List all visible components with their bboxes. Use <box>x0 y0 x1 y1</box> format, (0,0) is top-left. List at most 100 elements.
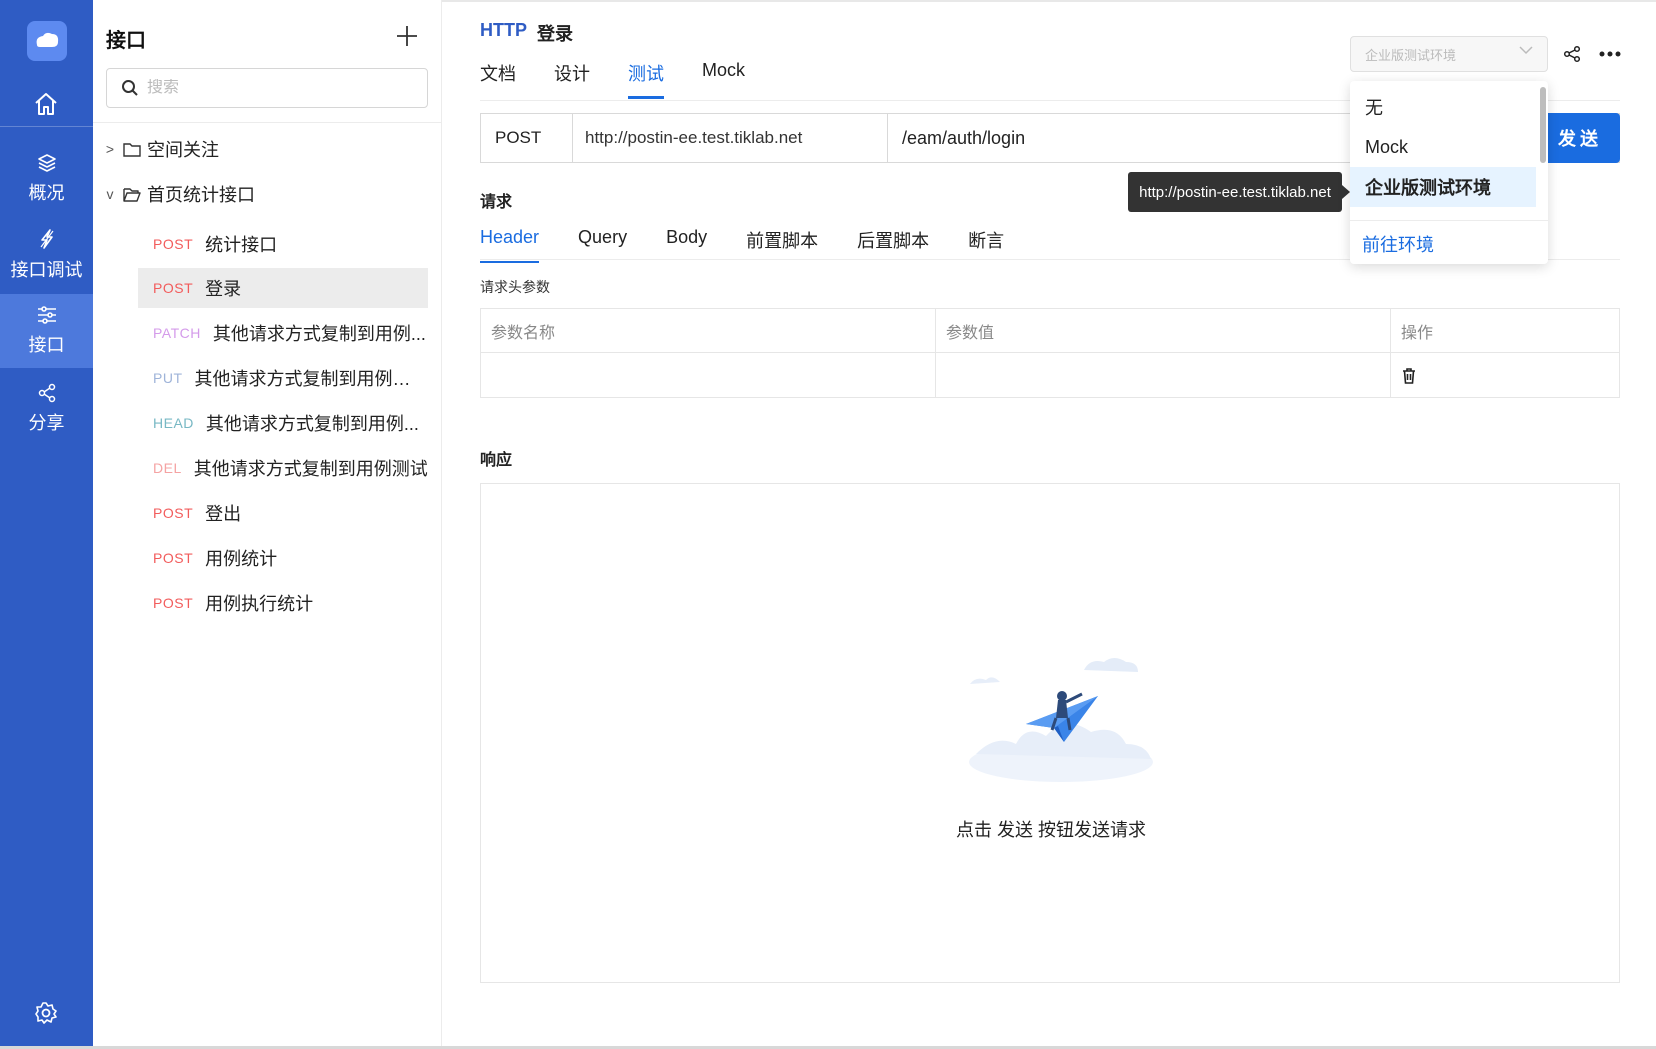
method-badge: POST <box>153 505 194 521</box>
rail-item-debug[interactable]: 接口调试 <box>0 218 93 292</box>
home-icon[interactable] <box>30 88 62 120</box>
folder-item-home-stats[interactable]: v 首页统计接口 <box>103 179 256 209</box>
response-panel: 点击 发送 按钮发送请求 <box>480 483 1620 983</box>
api-item[interactable]: POST 统计接口 <box>138 224 428 264</box>
lightning-icon <box>40 229 53 249</box>
table-header-row: 参数名称 参数值 操作 <box>481 309 1619 353</box>
api-item[interactable]: PATCH 其他请求方式复制到用例... <box>138 313 428 353</box>
column-header: 参数名称 <box>481 309 936 352</box>
app-window: 概况 接口调试 接口 分享 接口 > 空间关注 <box>0 0 1656 1049</box>
host-tooltip: http://postin-ee.test.tiklab.net <box>1128 172 1350 212</box>
api-name: 统计接口 <box>205 235 278 255</box>
rail-item-label: 概况 <box>28 183 65 203</box>
api-item[interactable]: HEAD 其他请求方式复制到用例... <box>138 403 428 443</box>
method-badge: PATCH <box>153 325 201 341</box>
tab-assert[interactable]: 断言 <box>968 227 1004 263</box>
response-section-title: 响应 <box>480 452 513 469</box>
method-badge: DEL <box>153 460 182 476</box>
folder-label: 首页统计接口 <box>147 185 255 205</box>
share-icon[interactable] <box>1560 42 1584 66</box>
param-name-input[interactable] <box>481 353 936 397</box>
api-item[interactable]: PUT 其他请求方式复制到用例测试 <box>138 358 428 398</box>
rail-item-api[interactable]: 接口 <box>0 294 93 368</box>
nav-rail: 概况 接口调试 接口 分享 <box>0 0 93 1049</box>
search-icon <box>122 80 138 96</box>
layers-icon <box>37 154 56 172</box>
chevron-down-icon[interactable]: v <box>103 186 117 202</box>
rail-item-label: 接口 <box>28 335 65 355</box>
method-badge: HEAD <box>153 415 194 431</box>
trash-icon[interactable] <box>1401 367 1417 384</box>
tree-search-box[interactable] <box>106 68 428 108</box>
search-input[interactable] <box>147 79 407 97</box>
table-action-cell <box>1391 353 1619 397</box>
page-title: HTTP 登录 <box>480 20 573 46</box>
api-name: 其他请求方式复制到用例... <box>212 324 426 344</box>
share-icon <box>38 383 55 403</box>
api-name: 登出 <box>205 504 242 524</box>
env-option-mock[interactable]: Mock <box>1350 127 1536 167</box>
method-badge: PUT <box>153 370 183 386</box>
paper-plane-illustration <box>969 658 1153 782</box>
api-name: 其他请求方式复制到用例测试 <box>193 459 428 479</box>
api-item-selected[interactable]: POST 登录 <box>138 268 428 308</box>
api-item[interactable]: POST 用例执行统计 <box>138 583 428 623</box>
main-tabs: 文档 设计 测试 Mock <box>480 60 783 99</box>
env-select-value: 企业版测试环境 <box>1365 47 1457 63</box>
rail-item-overview[interactable]: 概况 <box>0 142 93 216</box>
env-select[interactable]: 企业版测试环境 <box>1350 36 1548 72</box>
api-name: 用例统计 <box>205 549 278 569</box>
env-dropdown: 无 Mock 企业版测试环境 前往环境 <box>1350 81 1548 264</box>
api-item[interactable]: POST 登出 <box>138 493 428 533</box>
tab-pre-script[interactable]: 前置脚本 <box>746 227 818 263</box>
logo-icon <box>36 32 59 47</box>
top-border <box>442 0 1656 2</box>
method-badge: POST <box>153 236 194 252</box>
tab-mock[interactable]: Mock <box>702 60 745 99</box>
api-item[interactable]: POST 用例统计 <box>138 538 428 578</box>
table-row <box>481 353 1619 397</box>
tab-query[interactable]: Query <box>578 227 627 263</box>
tab-header[interactable]: Header <box>480 227 540 263</box>
tab-body[interactable]: Body <box>666 227 707 263</box>
column-header: 操作 <box>1401 324 1434 342</box>
method-select[interactable]: POST <box>481 114 573 162</box>
env-option-none[interactable]: 无 <box>1350 87 1536 127</box>
column-header: 参数值 <box>936 309 1391 352</box>
rail-item-label: 接口调试 <box>10 260 83 280</box>
request-tabs: Header Query Body 前置脚本 后置脚本 断言 <box>480 227 1043 263</box>
send-button[interactable]: 发送 <box>1540 113 1620 163</box>
dropdown-scrollbar[interactable] <box>1540 87 1546 163</box>
method-badge: POST <box>153 595 194 611</box>
tree-divider <box>93 122 441 123</box>
param-value-input[interactable] <box>936 353 1391 397</box>
more-icon[interactable] <box>1596 42 1624 66</box>
tab-docs[interactable]: 文档 <box>480 60 516 99</box>
env-option-enterprise-test[interactable]: 企业版测试环境 <box>1350 167 1536 207</box>
gear-icon[interactable] <box>30 997 62 1029</box>
add-icon[interactable] <box>393 22 421 50</box>
tab-test[interactable]: 测试 <box>628 60 664 99</box>
folder-item-space-follow[interactable]: > 空间关注 <box>103 134 219 164</box>
tree-title: 接口 <box>106 30 146 52</box>
goto-env-link[interactable]: 前往环境 <box>1362 231 1434 257</box>
api-title: 登录 <box>537 24 573 44</box>
folder-label: 空间关注 <box>147 140 219 160</box>
app-logo[interactable] <box>27 21 67 61</box>
api-name: 其他请求方式复制到用例... <box>205 414 419 434</box>
rail-item-label: 分享 <box>28 413 65 433</box>
rail-item-share[interactable]: 分享 <box>0 372 93 446</box>
folder-open-icon <box>123 187 141 202</box>
method-badge: POST <box>153 280 194 296</box>
chevron-right-icon[interactable]: > <box>103 141 117 157</box>
tab-design[interactable]: 设计 <box>554 60 590 99</box>
host-field[interactable]: http://postin-ee.test.tiklab.net <box>573 114 888 162</box>
main-content: HTTP 登录 文档 设计 测试 Mock POST http://postin… <box>442 0 1656 1049</box>
api-tree-panel: 接口 > 空间关注 v 首页统计接口 POST 统计接口 POST 登录 PA <box>93 0 442 1049</box>
request-section-title: 请求 <box>480 194 513 211</box>
protocol-label: HTTP <box>480 20 527 40</box>
response-empty-text: 点击 发送 按钮发送请求 <box>955 820 1146 840</box>
tab-post-script[interactable]: 后置脚本 <box>857 227 929 263</box>
dropdown-divider <box>1350 220 1548 221</box>
api-item[interactable]: DEL 其他请求方式复制到用例测试 <box>138 448 428 488</box>
